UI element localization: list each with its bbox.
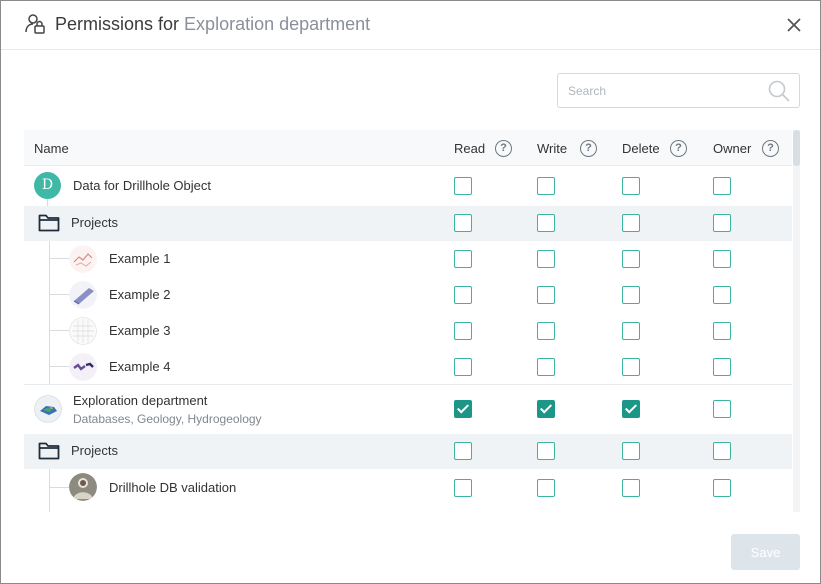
read-checkbox[interactable]: [454, 479, 472, 497]
write-help-icon[interactable]: ?: [580, 140, 597, 157]
folder-icon: [38, 442, 60, 460]
column-header-delete: Delete: [622, 141, 660, 156]
table-row: Example 4: [24, 349, 792, 384]
column-header-owner: Owner: [713, 141, 752, 156]
delete-checkbox[interactable]: [622, 479, 640, 497]
table-header: Name Read ? Write ? Delete ? Owner ?: [24, 130, 792, 166]
table-row: D Data for Drillhole Object: [24, 166, 792, 206]
write-checkbox[interactable]: [537, 400, 555, 418]
write-checkbox[interactable]: [537, 177, 555, 195]
column-header-write: Write: [537, 141, 568, 156]
write-checkbox[interactable]: [537, 286, 555, 304]
table-row: Projects: [24, 206, 792, 241]
write-checkbox[interactable]: [537, 358, 555, 376]
table-row: Example 1: [24, 241, 792, 277]
read-checkbox[interactable]: [454, 358, 472, 376]
write-checkbox[interactable]: [537, 322, 555, 340]
column-header-name: Name: [34, 141, 69, 156]
owner-checkbox[interactable]: [713, 286, 731, 304]
title-subject: Exploration department: [184, 14, 371, 34]
read-checkbox[interactable]: [454, 322, 472, 340]
row-label: Example 1: [109, 251, 171, 266]
row-label: Projects: [71, 215, 118, 230]
read-checkbox[interactable]: [454, 286, 472, 304]
owner-checkbox[interactable]: [713, 479, 731, 497]
owner-checkbox[interactable]: [713, 214, 731, 232]
read-checkbox[interactable]: [454, 177, 472, 195]
owner-checkbox[interactable]: [713, 400, 731, 418]
table-row: Drillhole DB validation: [24, 469, 792, 509]
title-prefix: Permissions for: [55, 14, 185, 34]
read-help-icon[interactable]: ?: [495, 140, 512, 157]
write-checkbox[interactable]: [537, 214, 555, 232]
delete-checkbox[interactable]: [622, 322, 640, 340]
table-row: Example 3: [24, 313, 792, 349]
project-thumbnail-icon: [69, 317, 97, 345]
project-thumbnail-icon: [69, 245, 97, 273]
column-header-read: Read: [454, 141, 486, 156]
close-icon[interactable]: [785, 16, 803, 34]
search-box: [557, 73, 800, 108]
table-row: Projects: [24, 434, 792, 469]
read-checkbox[interactable]: [454, 442, 472, 460]
row-label: Drillhole DB validation: [109, 480, 237, 495]
row-label: Projects: [71, 443, 118, 458]
owner-help-icon[interactable]: ?: [762, 140, 779, 157]
read-checkbox[interactable]: [454, 400, 472, 418]
scrollbar-thumb[interactable]: [793, 130, 800, 166]
row-label: Example 2: [109, 287, 171, 302]
user-lock-icon: [25, 14, 45, 34]
delete-checkbox[interactable]: [622, 177, 640, 195]
row-sublabel: Databases, Geology, Hydrogeology: [73, 412, 262, 426]
project-thumbnail-icon: [69, 353, 97, 381]
dialog-title: Permissions for Exploration department: [55, 13, 370, 35]
write-checkbox[interactable]: [537, 250, 555, 268]
search-icon[interactable]: [767, 79, 791, 103]
permissions-dialog: Permissions for Exploration department N…: [0, 0, 821, 584]
row-label: Exploration department: [73, 393, 208, 408]
project-thumbnail-icon: [69, 473, 97, 501]
read-checkbox[interactable]: [454, 250, 472, 268]
scrollbar-track[interactable]: [793, 130, 800, 512]
owner-checkbox[interactable]: [713, 358, 731, 376]
write-checkbox[interactable]: [537, 442, 555, 460]
delete-checkbox[interactable]: [622, 400, 640, 418]
delete-checkbox[interactable]: [622, 358, 640, 376]
delete-checkbox[interactable]: [622, 442, 640, 460]
read-checkbox[interactable]: [454, 214, 472, 232]
delete-checkbox[interactable]: [622, 286, 640, 304]
permissions-table: Name Read ? Write ? Delete ? Owner ? D D…: [24, 130, 792, 512]
row-label: Example 4: [109, 359, 171, 374]
row-label: Example 3: [109, 323, 171, 338]
dialog-header: Permissions for Exploration department: [1, 1, 820, 50]
owner-checkbox[interactable]: [713, 322, 731, 340]
owner-checkbox[interactable]: [713, 250, 731, 268]
table-row: Exploration department Databases, Geolog…: [24, 384, 792, 434]
save-button[interactable]: Save: [731, 534, 800, 570]
folder-icon: [38, 214, 60, 232]
write-checkbox[interactable]: [537, 479, 555, 497]
department-avatar-icon: [34, 395, 62, 423]
owner-checkbox[interactable]: [713, 177, 731, 195]
delete-checkbox[interactable]: [622, 250, 640, 268]
search-input[interactable]: [568, 82, 758, 100]
avatar: D: [34, 172, 61, 199]
delete-help-icon[interactable]: ?: [670, 140, 687, 157]
delete-checkbox[interactable]: [622, 214, 640, 232]
table-row: Example 2: [24, 277, 792, 313]
row-label: Data for Drillhole Object: [73, 178, 211, 193]
owner-checkbox[interactable]: [713, 442, 731, 460]
project-thumbnail-icon: [69, 281, 97, 309]
